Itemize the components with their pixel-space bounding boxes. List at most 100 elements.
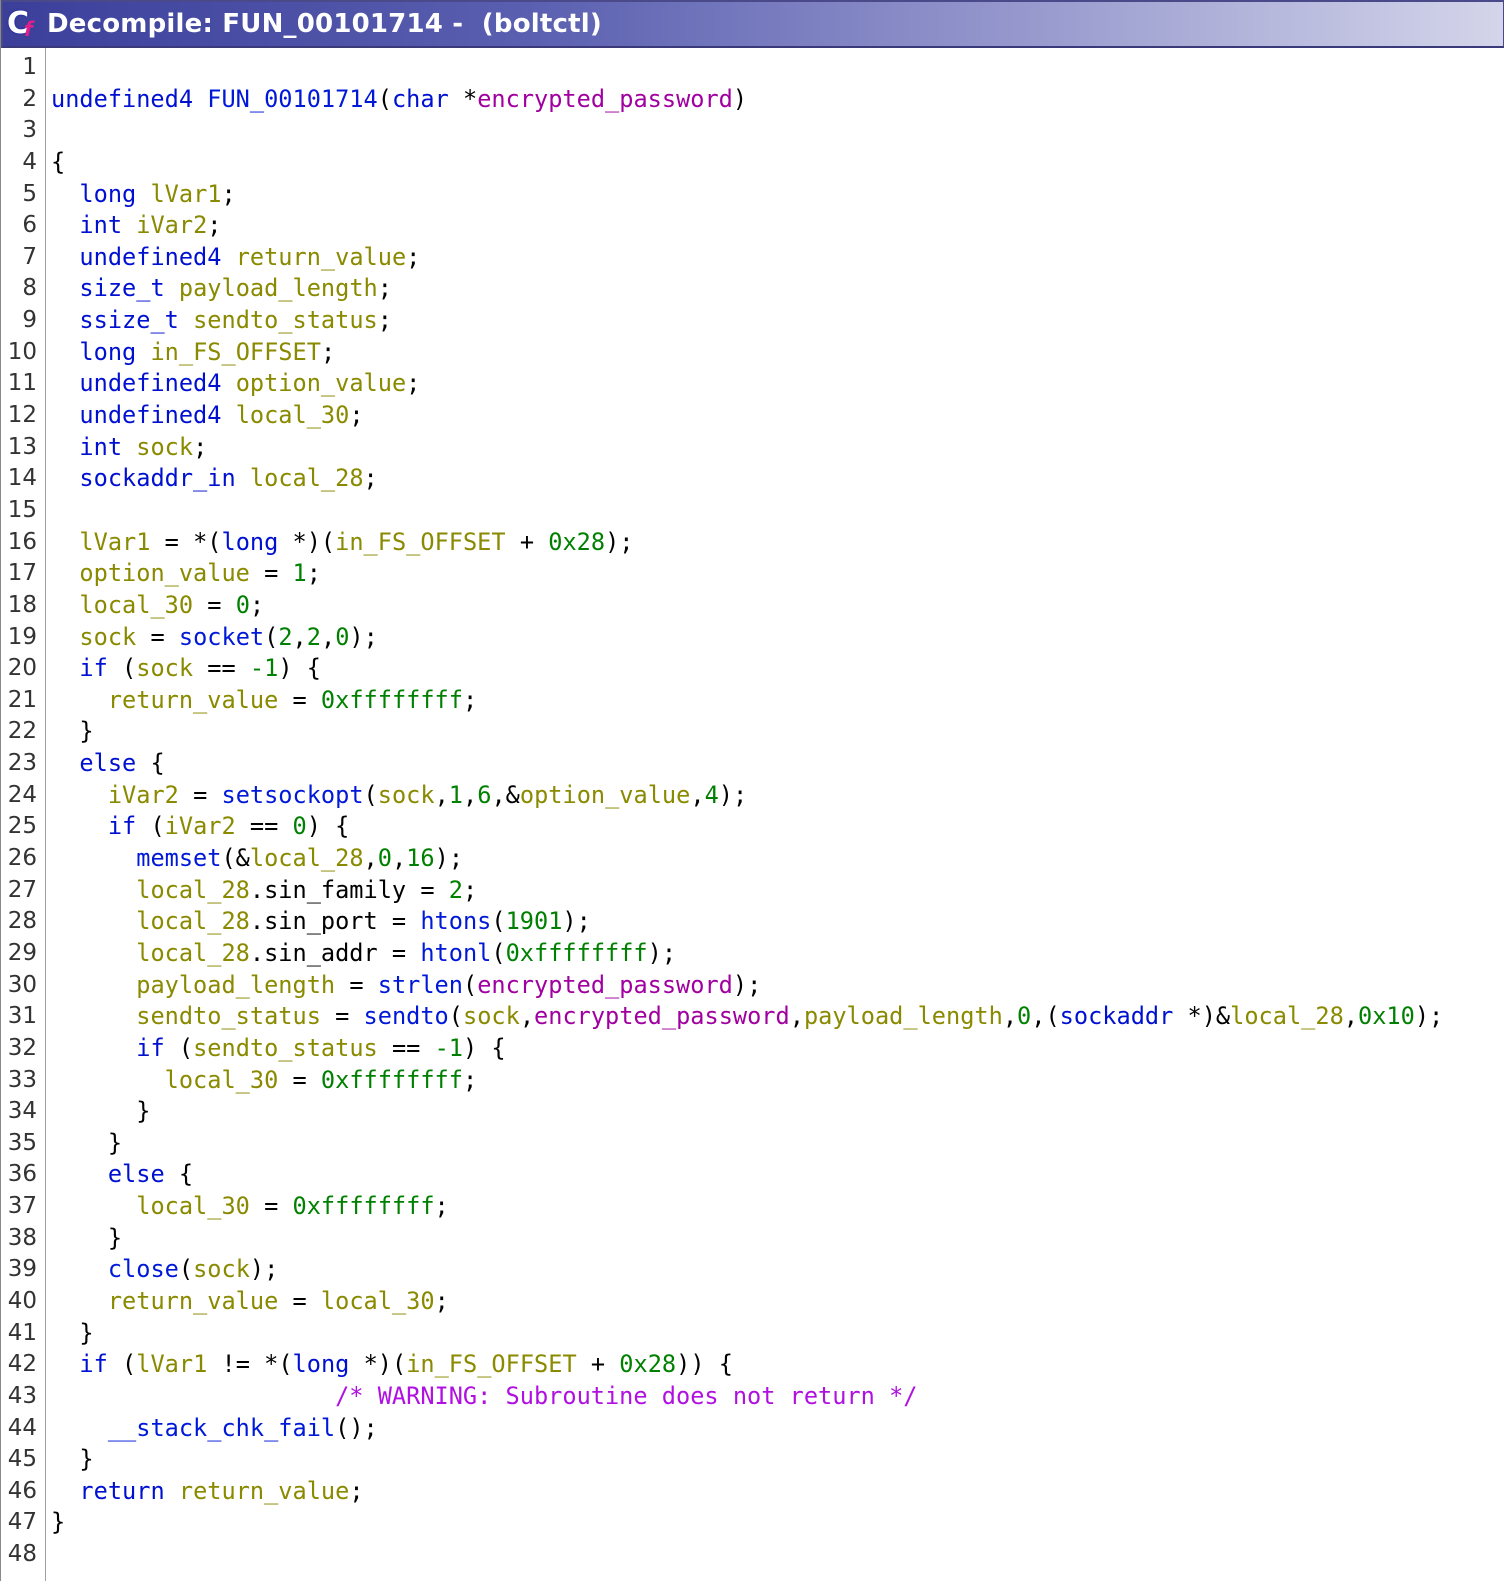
- code-line[interactable]: 21 return_value = 0xffffffff;: [1, 685, 1504, 717]
- code-line[interactable]: 6 int iVar2;: [1, 210, 1504, 242]
- variable-token[interactable]: lVar1: [136, 1350, 207, 1378]
- code-line[interactable]: 7 undefined4 return_value;: [1, 242, 1504, 274]
- variable-token[interactable]: sock: [378, 781, 435, 809]
- code-line[interactable]: 33 local_30 = 0xffffffff;: [1, 1065, 1504, 1097]
- code-line[interactable]: 37 local_30 = 0xffffffff;: [1, 1191, 1504, 1223]
- constant-token[interactable]: 1: [293, 559, 307, 587]
- code-line[interactable]: 35 }: [1, 1128, 1504, 1160]
- constant-token[interactable]: 0: [236, 591, 250, 619]
- parameter-token[interactable]: encrypted_password: [534, 1002, 790, 1030]
- keyword-token[interactable]: undefined4: [51, 85, 193, 113]
- code-line[interactable]: 30 payload_length = strlen(encrypted_pas…: [1, 970, 1504, 1002]
- code-line[interactable]: 43 /* WARNING: Subroutine does not retur…: [1, 1381, 1504, 1413]
- variable-token[interactable]: local_28: [250, 464, 364, 492]
- code-line[interactable]: 18 local_30 = 0;: [1, 590, 1504, 622]
- variable-token[interactable]: lVar1: [79, 528, 150, 556]
- code-line[interactable]: 32 if (sendto_status == -1) {: [1, 1033, 1504, 1065]
- variable-token[interactable]: local_30: [79, 591, 193, 619]
- keyword-token[interactable]: undefined4: [79, 369, 221, 397]
- variable-token[interactable]: iVar2: [136, 211, 207, 239]
- code-line[interactable]: 3: [1, 115, 1504, 147]
- keyword-token[interactable]: long: [221, 528, 278, 556]
- variable-token[interactable]: iVar2: [108, 781, 179, 809]
- code-line[interactable]: 36 else {: [1, 1159, 1504, 1191]
- variable-token[interactable]: iVar2: [165, 812, 236, 840]
- variable-token[interactable]: return_value: [179, 1477, 349, 1505]
- keyword-token[interactable]: if: [136, 1034, 164, 1062]
- constant-token[interactable]: 1: [449, 781, 463, 809]
- code-line[interactable]: 38 }: [1, 1223, 1504, 1255]
- constant-token[interactable]: 0xffffffff: [293, 1192, 435, 1220]
- code-line[interactable]: 15: [1, 495, 1504, 527]
- constant-token[interactable]: 2: [449, 876, 463, 904]
- constant-token[interactable]: 4: [705, 781, 719, 809]
- code-line[interactable]: 12 undefined4 local_30;: [1, 400, 1504, 432]
- keyword-token[interactable]: long: [79, 180, 136, 208]
- code-line[interactable]: 10 long in_FS_OFFSET;: [1, 337, 1504, 369]
- code-line[interactable]: 1: [1, 52, 1504, 84]
- code-line[interactable]: 9 ssize_t sendto_status;: [1, 305, 1504, 337]
- code-line[interactable]: 42 if (lVar1 != *(long *)(in_FS_OFFSET +…: [1, 1349, 1504, 1381]
- code-line[interactable]: 26 memset(&local_28,0,16);: [1, 843, 1504, 875]
- constant-token[interactable]: 0: [378, 844, 392, 872]
- variable-token[interactable]: sock: [136, 433, 193, 461]
- code-line[interactable]: 19 sock = socket(2,2,0);: [1, 622, 1504, 654]
- variable-token[interactable]: in_FS_OFFSET: [406, 1350, 576, 1378]
- function-token[interactable]: sendto: [364, 1002, 449, 1030]
- variable-token[interactable]: payload_length: [136, 971, 335, 999]
- code-line[interactable]: 14 sockaddr_in local_28;: [1, 463, 1504, 495]
- keyword-token[interactable]: undefined4: [79, 401, 221, 429]
- code-line[interactable]: 39 close(sock);: [1, 1254, 1504, 1286]
- constant-token[interactable]: 0: [293, 812, 307, 840]
- code-line[interactable]: 20 if (sock == -1) {: [1, 653, 1504, 685]
- keyword-token[interactable]: size_t: [79, 274, 164, 302]
- code-line[interactable]: 23 else {: [1, 748, 1504, 780]
- constant-token[interactable]: 0: [335, 623, 349, 651]
- variable-token[interactable]: sock: [193, 1255, 250, 1283]
- constant-token[interactable]: 0x28: [619, 1350, 676, 1378]
- variable-token[interactable]: in_FS_OFFSET: [335, 528, 505, 556]
- variable-token[interactable]: local_28: [136, 876, 250, 904]
- variable-token[interactable]: sock: [79, 623, 136, 651]
- variable-token[interactable]: lVar1: [150, 180, 221, 208]
- variable-token[interactable]: option_value: [236, 369, 406, 397]
- keyword-token[interactable]: undefined4: [79, 243, 221, 271]
- variable-token[interactable]: local_28: [1230, 1002, 1344, 1030]
- code-line[interactable]: 4{: [1, 147, 1504, 179]
- code-line[interactable]: 31 sendto_status = sendto(sock,encrypted…: [1, 1001, 1504, 1033]
- constant-token[interactable]: 16: [406, 844, 434, 872]
- keyword-token[interactable]: else: [79, 749, 136, 777]
- variable-token[interactable]: return_value: [108, 686, 278, 714]
- constant-token[interactable]: 0x10: [1358, 1002, 1415, 1030]
- code-line[interactable]: 46 return return_value;: [1, 1476, 1504, 1508]
- keyword-token[interactable]: if: [108, 812, 136, 840]
- constant-token[interactable]: 0x28: [548, 528, 605, 556]
- code-line[interactable]: 44 __stack_chk_fail();: [1, 1413, 1504, 1445]
- constant-token[interactable]: 0xffffffff: [321, 686, 463, 714]
- variable-token[interactable]: payload_length: [179, 274, 378, 302]
- variable-token[interactable]: local_28: [136, 939, 250, 967]
- variable-token[interactable]: local_28: [250, 844, 364, 872]
- variable-token[interactable]: in_FS_OFFSET: [150, 338, 320, 366]
- code-line[interactable]: 16 lVar1 = *(long *)(in_FS_OFFSET + 0x28…: [1, 527, 1504, 559]
- code-line[interactable]: 41 }: [1, 1318, 1504, 1350]
- variable-token[interactable]: local_30: [321, 1287, 435, 1315]
- window-titlebar[interactable]: Cf Decompile: FUN_00101714 - (boltctl): [1, 0, 1504, 48]
- function-token[interactable]: setsockopt: [221, 781, 363, 809]
- constant-token[interactable]: -1: [250, 654, 278, 682]
- variable-token[interactable]: local_30: [136, 1192, 250, 1220]
- function-token[interactable]: htons: [420, 907, 491, 935]
- variable-token[interactable]: local_30: [236, 401, 350, 429]
- code-line[interactable]: 22 }: [1, 716, 1504, 748]
- function-token[interactable]: socket: [179, 623, 264, 651]
- variable-token[interactable]: return_value: [236, 243, 406, 271]
- code-line[interactable]: 24 iVar2 = setsockopt(sock,1,6,&option_v…: [1, 780, 1504, 812]
- code-line[interactable]: 28 local_28.sin_port = htons(1901);: [1, 906, 1504, 938]
- code-line[interactable]: 5 long lVar1;: [1, 179, 1504, 211]
- variable-token[interactable]: local_30: [165, 1066, 279, 1094]
- keyword-token[interactable]: return: [79, 1477, 164, 1505]
- comment-token[interactable]: /* WARNING: Subroutine does not return *…: [335, 1382, 917, 1410]
- variable-token[interactable]: return_value: [108, 1287, 278, 1315]
- variable-token[interactable]: sendto_status: [193, 1034, 378, 1062]
- code-line[interactable]: 27 local_28.sin_family = 2;: [1, 875, 1504, 907]
